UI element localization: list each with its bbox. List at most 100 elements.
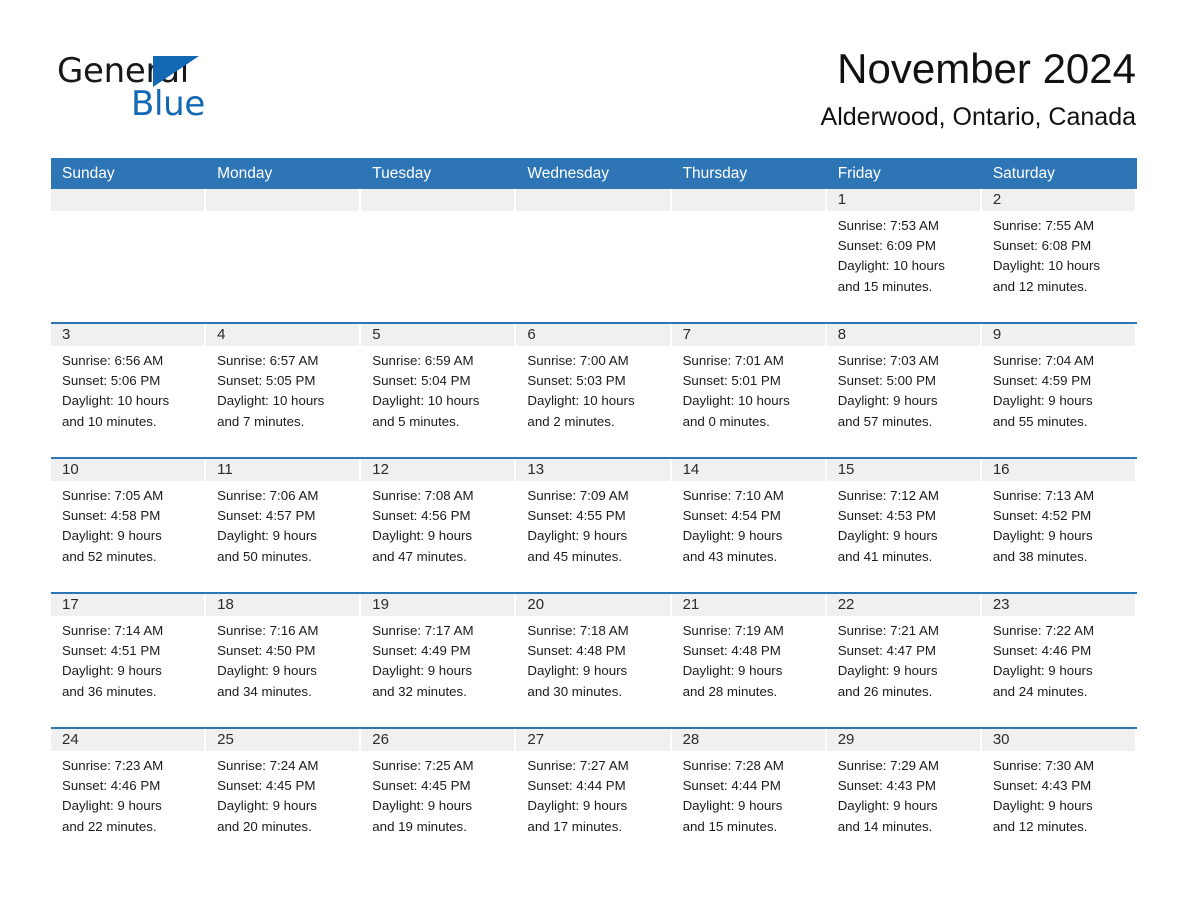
daylight-text-line1: Daylight: 9 hours — [372, 663, 473, 679]
daylight-text-line1: Daylight: 10 hours — [837, 258, 945, 274]
sunrise-text: Sunrise: 7:03 AM — [837, 353, 939, 368]
day-cell[interactable]: 17 Sunrise: 7:14 AM Sunset: 4:51 PM Dayligh… — [51, 594, 207, 727]
daylight-text-line2: and 15 minutes. — [682, 818, 778, 834]
daylight-text-line1: Daylight: 9 hours — [527, 798, 628, 814]
day-cell[interactable]: 24 Sunrise: 7:23 AM Sunset: 4:46 PM Dayligh… — [51, 729, 207, 862]
day-number: 3 — [51, 324, 205, 346]
sunset-text: Sunset: 4:45 PM — [372, 778, 471, 794]
day-details: Sunrise: 7:29 AM Sunset: 4:43 PM Daylight:… — [827, 751, 980, 837]
weekday-header-sunday: Sunday — [62, 165, 115, 182]
calendar-grid: Sunday Monday Tuesday Wednesday Thursday Frid… — [51, 158, 1137, 862]
sunrise-text: Sunrise: 7:17 AM — [372, 623, 474, 638]
day-cell[interactable]: 21 Sunrise: 7:19 AM Sunset: 4:48 PM Dayligh… — [671, 594, 827, 727]
day-cell[interactable]: 28 Sunrise: 7:28 AM Sunset: 4:44 PM Dayligh… — [671, 729, 827, 862]
general-blue-logo[interactable]: General Blue — [57, 52, 317, 132]
daylight-text-line1: Daylight: 9 hours — [527, 528, 628, 544]
day-cell[interactable]: 20 Sunrise: 7:18 AM Sunset: 4:48 PM Dayligh… — [516, 594, 672, 727]
day-cell[interactable]: 6 Sunrise: 7:00 AM Sunset: 5:03 PM Daylight… — [516, 324, 672, 457]
day-cell-empty — [51, 189, 207, 322]
calendar-week-row: 3 Sunrise: 6:56 AM Sunset: 5:06 PM Daylight… — [51, 322, 1137, 457]
daylight-text-line1: Daylight: 9 hours — [62, 798, 162, 814]
sunrise-text: Sunrise: 7:18 AM — [527, 623, 629, 638]
daylight-text-line1: Daylight: 10 hours — [527, 393, 635, 409]
day-cell[interactable]: 10 Sunrise: 7:05 AM Sunset: 4:58 PM Dayligh… — [51, 459, 207, 592]
sunset-text: Sunset: 4:50 PM — [217, 643, 316, 659]
sunrise-text: Sunrise: 7:22 AM — [992, 623, 1095, 638]
day-cell-empty — [361, 189, 517, 322]
calendar-week-row: 10 Sunrise: 7:05 AM Sunset: 4:58 PM Dayligh… — [51, 457, 1137, 592]
day-cell[interactable]: 9 Sunrise: 7:04 AM Sunset: 4:59 PM Daylight… — [981, 324, 1137, 457]
daylight-text-line2: and 22 minutes. — [62, 818, 157, 834]
day-number — [671, 189, 825, 211]
day-details: Sunrise: 7:23 AM Sunset: 4:46 PM Daylight:… — [51, 751, 204, 837]
day-cell[interactable]: 30 Sunrise: 7:30 AM Sunset: 4:43 PM Dayligh… — [981, 729, 1137, 862]
sunrise-text: Sunrise: 7:00 AM — [527, 353, 629, 368]
day-cell[interactable]: 29 Sunrise: 7:29 AM Sunset: 4:43 PM Dayligh… — [826, 729, 982, 862]
day-number: 17 — [51, 594, 205, 616]
day-cell[interactable]: 11 Sunrise: 7:06 AM Sunset: 4:57 PM Dayligh… — [206, 459, 362, 592]
day-details: Sunrise: 7:04 AM Sunset: 4:59 PM Daylight:… — [982, 346, 1135, 432]
daylight-text-line2: and 7 minutes. — [217, 413, 305, 429]
day-cell[interactable]: 8 Sunrise: 7:03 AM Sunset: 5:00 PM Daylight… — [826, 324, 982, 457]
day-cell[interactable]: 27 Sunrise: 7:27 AM Sunset: 4:44 PM Dayligh… — [516, 729, 672, 862]
location-subtitle: Alderwood, Ontario, Canada — [820, 103, 1136, 131]
day-details: Sunrise: 7:08 AM Sunset: 4:56 PM Daylight:… — [361, 481, 514, 567]
daylight-text-line1: Daylight: 10 hours — [372, 393, 480, 409]
sunrise-text: Sunrise: 7:12 AM — [837, 488, 939, 503]
sunset-text: Sunset: 4:48 PM — [527, 643, 626, 659]
day-cell[interactable]: 12 Sunrise: 7:08 AM Sunset: 4:56 PM Dayligh… — [361, 459, 517, 592]
daylight-text-line2: and 28 minutes. — [682, 683, 778, 699]
day-cell[interactable]: 19 Sunrise: 7:17 AM Sunset: 4:49 PM Dayligh… — [361, 594, 517, 727]
weekday-header-wednesday: Wednesday — [527, 165, 609, 182]
daylight-text-line1: Daylight: 9 hours — [217, 663, 317, 679]
daylight-text-line1: Daylight: 9 hours — [62, 663, 162, 679]
daylight-text-line2: and 24 minutes. — [992, 683, 1088, 699]
day-cell[interactable]: 2 Sunrise: 7:55 AM Sunset: 6:08 PM Daylight… — [981, 189, 1137, 322]
day-number: 13 — [516, 459, 670, 481]
day-details: Sunrise: 7:12 AM Sunset: 4:53 PM Daylight:… — [827, 481, 980, 567]
sunrise-text: Sunrise: 7:13 AM — [992, 488, 1095, 503]
sunrise-text: Sunrise: 7:04 AM — [992, 353, 1095, 368]
day-cell[interactable]: 26 Sunrise: 7:25 AM Sunset: 4:45 PM Dayligh… — [361, 729, 517, 862]
sunrise-text: Sunrise: 7:19 AM — [682, 623, 784, 638]
day-details: Sunrise: 7:55 AM Sunset: 6:08 PM Daylight:… — [982, 211, 1135, 297]
day-cell[interactable]: 22 Sunrise: 7:21 AM Sunset: 4:47 PM Dayligh… — [826, 594, 982, 727]
daylight-text-line1: Daylight: 10 hours — [682, 393, 790, 409]
sunrise-text: Sunrise: 7:23 AM — [62, 758, 164, 773]
page-title: November 2024 — [837, 45, 1136, 92]
daylight-text-line2: and 2 minutes. — [527, 413, 615, 429]
day-cell[interactable]: 23 Sunrise: 7:22 AM Sunset: 4:46 PM Dayligh… — [981, 594, 1137, 727]
daylight-text-line1: Daylight: 9 hours — [837, 393, 938, 409]
day-cell[interactable]: 25 Sunrise: 7:24 AM Sunset: 4:45 PM Dayligh… — [206, 729, 362, 862]
sunrise-text: Sunrise: 7:24 AM — [217, 758, 319, 773]
day-details: Sunrise: 7:27 AM Sunset: 4:44 PM Daylight:… — [516, 751, 669, 837]
day-details: Sunrise: 7:01 AM Sunset: 5:01 PM Daylight:… — [672, 346, 825, 432]
daylight-text-line2: and 32 minutes. — [372, 683, 467, 699]
day-cell-empty — [206, 189, 362, 322]
day-number — [206, 189, 360, 211]
day-details: Sunrise: 7:53 AM Sunset: 6:09 PM Daylight:… — [827, 211, 980, 297]
day-cell[interactable]: 3 Sunrise: 6:56 AM Sunset: 5:06 PM Daylight… — [51, 324, 207, 457]
day-cell[interactable]: 4 Sunrise: 6:57 AM Sunset: 5:05 PM Daylight… — [206, 324, 362, 457]
day-cell[interactable]: 14 Sunrise: 7:10 AM Sunset: 4:54 PM Dayligh… — [671, 459, 827, 592]
calendar-week-row: 24 Sunrise: 7:23 AM Sunset: 4:46 PM Dayligh… — [51, 727, 1137, 862]
day-details: Sunrise: 7:09 AM Sunset: 4:55 PM Daylight:… — [516, 481, 669, 567]
daylight-text-line1: Daylight: 9 hours — [527, 663, 628, 679]
day-cell[interactable]: 5 Sunrise: 6:59 AM Sunset: 5:04 PM Daylight… — [361, 324, 517, 457]
sunrise-text: Sunrise: 7:08 AM — [372, 488, 474, 503]
day-cell[interactable]: 13 Sunrise: 7:09 AM Sunset: 4:55 PM Dayligh… — [516, 459, 672, 592]
day-details: Sunrise: 7:24 AM Sunset: 4:45 PM Daylight:… — [206, 751, 359, 837]
day-number: 8 — [826, 324, 980, 346]
day-cell[interactable]: 16 Sunrise: 7:13 AM Sunset: 4:52 PM Dayligh… — [981, 459, 1137, 592]
day-cell[interactable]: 18 Sunrise: 7:16 AM Sunset: 4:50 PM Dayligh… — [206, 594, 362, 727]
triangle-logo-icon — [153, 56, 199, 87]
day-cell[interactable]: 1 Sunrise: 7:53 AM Sunset: 6:09 PM Daylight… — [826, 189, 982, 322]
daylight-text-line1: Daylight: 9 hours — [992, 663, 1093, 679]
day-cell[interactable]: 15 Sunrise: 7:12 AM Sunset: 4:53 PM Dayligh… — [826, 459, 982, 592]
sunset-text: Sunset: 6:08 PM — [992, 238, 1092, 254]
daylight-text-line1: Daylight: 9 hours — [372, 528, 473, 544]
day-number: 26 — [361, 729, 515, 751]
day-details: Sunrise: 7:16 AM Sunset: 4:50 PM Daylight:… — [206, 616, 359, 702]
day-cell[interactable]: 7 Sunrise: 7:01 AM Sunset: 5:01 PM Daylight… — [671, 324, 827, 457]
day-number: 21 — [671, 594, 825, 616]
